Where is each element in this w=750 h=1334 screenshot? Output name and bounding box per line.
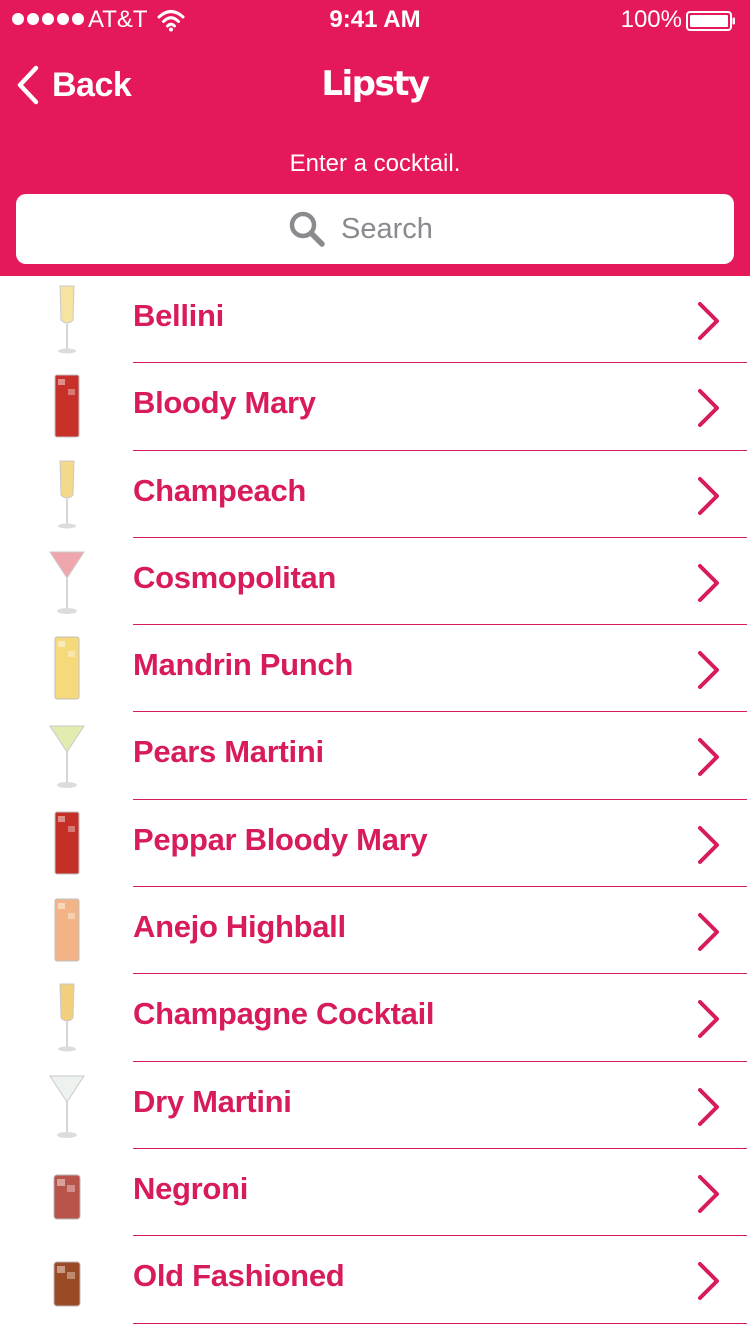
cocktail-glass-icon: [54, 374, 80, 438]
list-item[interactable]: Negroni: [0, 1149, 750, 1237]
cocktail-name: Champagne Cocktail: [133, 996, 435, 1032]
list-item[interactable]: Champeach: [0, 451, 750, 538]
list-item[interactable]: Cosmopolitan: [0, 538, 750, 626]
cocktail-name: Pears Martini: [133, 734, 324, 770]
header: AT&T 9:41 AM 100% Back Lipsty Enter a co…: [0, 0, 750, 276]
cocktail-glass-icon: [49, 551, 85, 614]
chevron-right-icon: [698, 825, 719, 864]
chevron-right-icon: [698, 738, 719, 777]
cocktail-name: Peppar Bloody Mary: [133, 821, 428, 857]
cocktail-glass-icon: [53, 1261, 81, 1307]
list-item[interactable]: Peppar Bloody Mary: [0, 800, 750, 888]
cocktail-name: Mandrin Punch: [133, 647, 353, 683]
chevron-right-icon: [698, 563, 719, 602]
cocktail-glass-icon: [58, 285, 76, 354]
search-prompt: Enter a cocktail.: [289, 150, 461, 177]
cocktail-name: Cosmopolitan: [133, 559, 337, 595]
cocktail-name: Champeach: [133, 472, 307, 508]
cocktail-name: Negroni: [133, 1170, 249, 1206]
cocktail-name: Bloody Mary: [133, 385, 316, 421]
chevron-right-icon: [698, 389, 719, 428]
cocktail-name: Old Fashioned: [133, 1258, 345, 1294]
cocktail-glass-icon: [53, 1174, 81, 1220]
cocktail-name: Bellini: [133, 298, 224, 333]
search-input[interactable]: [341, 212, 461, 246]
cocktail-glass-icon: [58, 460, 76, 529]
chevron-right-icon: [698, 476, 719, 515]
app-logo: Lipsty: [321, 64, 430, 104]
cocktail-name: Anejo Highball: [133, 909, 346, 945]
battery-icon: [686, 11, 735, 31]
list-item[interactable]: Mandrin Punch: [0, 625, 750, 713]
chevron-right-icon: [698, 913, 719, 952]
list-item[interactable]: Old Fashioned: [0, 1236, 750, 1324]
cocktail-glass-icon: [54, 636, 80, 700]
cocktail-glass-icon: [58, 983, 76, 1052]
list-item[interactable]: Champagne Cocktail: [0, 974, 750, 1062]
chevron-right-icon: [698, 302, 719, 340]
cocktail-glass-icon: [54, 811, 80, 875]
list-item[interactable]: Anejo Highball: [0, 887, 750, 975]
cocktail-glass-icon: [49, 725, 85, 789]
battery-percentage: 100%: [620, 6, 682, 33]
chevron-right-icon: [698, 1174, 719, 1213]
chevron-right-icon: [698, 1087, 719, 1126]
row-divider: [133, 1322, 747, 1324]
list-item[interactable]: Pears Martini: [0, 712, 750, 800]
list-item[interactable]: Bloody Mary: [0, 363, 750, 451]
cocktail-glass-icon: [49, 1075, 85, 1138]
chevron-right-icon: [698, 1262, 719, 1301]
cocktail-list: Bellini Bloody Mary Champeach Cosmopolitan M…: [0, 276, 750, 1324]
cocktail-name: Dry Martini: [133, 1083, 292, 1119]
list-item[interactable]: Bellini: [0, 276, 750, 364]
list-item[interactable]: Dry Martini: [0, 1062, 750, 1149]
navigation-bar: Back Lipsty: [0, 40, 750, 128]
search-icon: [289, 211, 325, 247]
chevron-right-icon: [698, 651, 719, 690]
status-bar: AT&T 9:41 AM 100%: [0, 0, 750, 40]
cocktail-glass-icon: [54, 898, 80, 962]
search-bar[interactable]: [16, 194, 734, 264]
chevron-right-icon: [698, 1000, 719, 1039]
